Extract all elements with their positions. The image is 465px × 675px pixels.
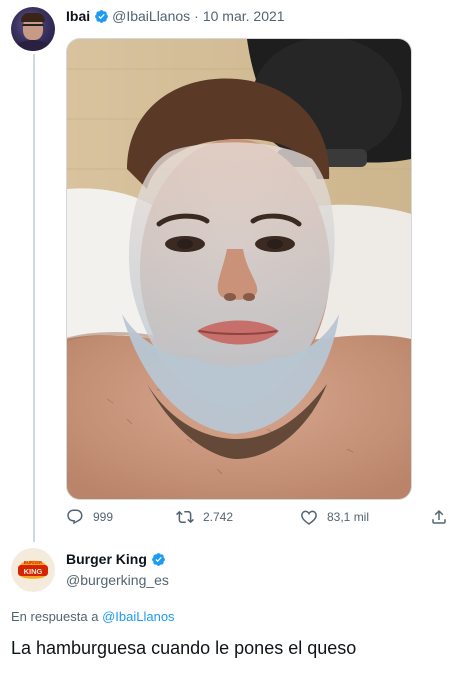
reply-author-name[interactable]: Burger King	[66, 551, 147, 567]
share-button[interactable]	[430, 508, 457, 526]
tweet-actions: 999 2.742 83,1 mil	[66, 508, 456, 532]
author-name[interactable]: Ibai	[66, 7, 90, 25]
heart-icon	[301, 510, 317, 525]
meta-separator: ·	[194, 8, 199, 24]
tweet-date[interactable]: 10 mar. 2021	[203, 7, 285, 25]
retweet-count: 2.742	[203, 510, 234, 524]
avatar-hair	[21, 13, 45, 22]
logo-text-bottom: KING	[24, 567, 43, 576]
reply-text: La hamburguesa cuando le pones el queso	[11, 638, 357, 658]
retweet-icon	[176, 510, 194, 524]
reply-author-handle[interactable]: @burgerking_es	[66, 572, 169, 588]
share-icon	[432, 509, 446, 524]
tweet-photo[interactable]	[66, 38, 412, 500]
verified-badge-icon	[151, 552, 165, 566]
tweet-header: Ibai @IbaiLlanos · 10 mar. 2021	[66, 7, 285, 25]
verified-badge-icon	[95, 9, 109, 23]
burger-king-logo: BURGER KING	[18, 560, 48, 579]
photo-illustration	[67, 39, 411, 499]
avatar-glasses	[22, 24, 44, 32]
burger-king-avatar[interactable]: BURGER KING	[11, 548, 55, 592]
thread-connector-line	[33, 54, 35, 542]
author-handle[interactable]: @IbaiLlanos	[112, 7, 190, 25]
in-reply-handle-link[interactable]: @IbaiLlanos	[102, 609, 174, 624]
reply-count: 999	[93, 510, 114, 524]
like-count: 83,1 mil	[327, 510, 370, 524]
in-reply-prefix: En respuesta a	[11, 609, 99, 624]
in-reply-to: En respuesta a @IbaiLlanos	[11, 609, 175, 624]
reply-button[interactable]: 999	[66, 508, 113, 526]
logo-text-top: BURGER	[24, 560, 42, 565]
reply-author-name-row: Burger King	[66, 551, 169, 567]
avatar-body	[15, 40, 51, 51]
retweet-button[interactable]: 2.742	[176, 508, 233, 526]
like-button[interactable]: 83,1 mil	[300, 508, 369, 526]
reply-icon	[67, 509, 83, 525]
author-avatar[interactable]	[11, 7, 55, 51]
